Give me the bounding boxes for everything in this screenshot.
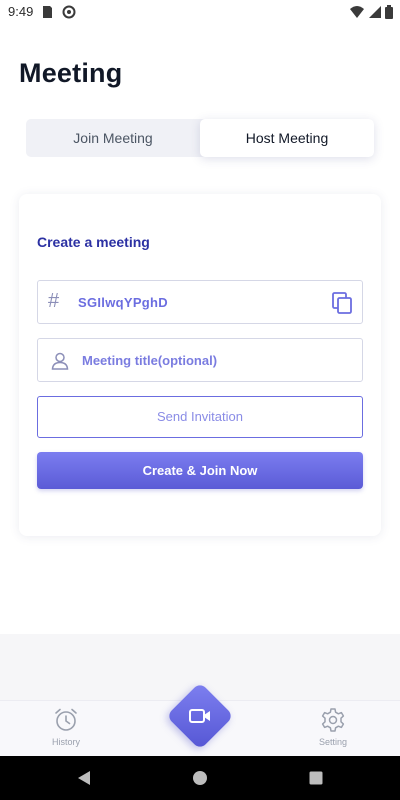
nav-setting[interactable]: Setting	[303, 707, 363, 747]
battery-icon	[385, 5, 393, 19]
copy-icon[interactable]	[330, 291, 354, 315]
nav-history-label: History	[51, 737, 80, 747]
sd-card-icon	[43, 6, 52, 18]
recents-icon[interactable]	[306, 768, 326, 788]
video-camera-icon	[189, 709, 210, 723]
tab-host-meeting[interactable]: Host Meeting	[200, 119, 374, 157]
tab-join-meeting[interactable]: Join Meeting	[26, 119, 200, 157]
send-invitation-button[interactable]: Send Invitation	[37, 396, 363, 438]
page-title: Meeting	[19, 58, 123, 88]
back-icon[interactable]	[74, 768, 94, 788]
alarm-clock-icon	[55, 708, 77, 731]
meeting-mode-tabs: Join Meeting Host Meeting	[26, 119, 374, 157]
create-join-now-button[interactable]: Create & Join Now	[37, 452, 363, 489]
nav-history[interactable]: History	[36, 707, 96, 747]
meeting-title-field	[37, 338, 363, 382]
android-nav-bar	[0, 756, 400, 800]
meeting-title-input[interactable]	[82, 347, 352, 373]
create-meeting-card: Create a meeting # SGIlwqYPghD Send Invi…	[19, 194, 381, 536]
card-title: Create a meeting	[37, 234, 150, 250]
user-icon	[51, 352, 69, 370]
meeting-code: SGIlwqYPghD	[78, 295, 168, 310]
hash-icon: #	[48, 290, 60, 312]
status-time: 9:49	[8, 4, 34, 19]
home-icon[interactable]	[190, 768, 210, 788]
gear-icon	[321, 708, 345, 732]
status-bar: 9:49	[0, 0, 400, 24]
signal-icon	[369, 6, 381, 18]
meeting-code-field: # SGIlwqYPghD	[37, 280, 363, 324]
nav-setting-label: Setting	[318, 737, 348, 747]
sync-icon	[62, 5, 76, 19]
wifi-icon	[350, 6, 364, 18]
